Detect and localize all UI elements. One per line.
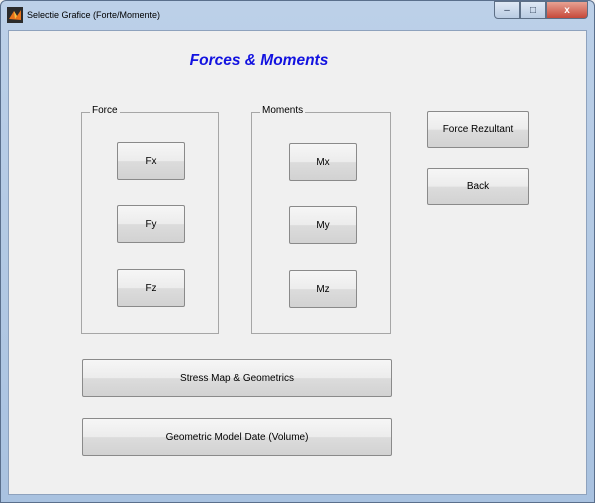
title-bar[interactable]: Selectie Grafice (Forte/Momente) – □ x xyxy=(1,1,594,30)
stress-map-button[interactable]: Stress Map & Geometrics xyxy=(82,359,392,397)
page-title: Forces & Moments xyxy=(189,52,329,69)
force-panel: Force Fx Fy Fz xyxy=(81,105,219,334)
window-title: Selectie Grafice (Forte/Momente) xyxy=(27,10,161,20)
minimize-button[interactable]: – xyxy=(494,1,520,19)
moments-panel: Moments Mx My Mz xyxy=(251,105,391,334)
maximize-button[interactable]: □ xyxy=(520,1,546,19)
app-window: Selectie Grafice (Forte/Momente) – □ x F… xyxy=(0,0,595,503)
matlab-icon xyxy=(7,7,23,23)
force-rezultant-button[interactable]: Force Rezultant xyxy=(427,111,529,148)
moments-panel-label: Moments xyxy=(260,105,306,116)
geometric-model-button[interactable]: Geometric Model Date (Volume) xyxy=(82,418,392,456)
force-panel-label: Force xyxy=(90,105,120,116)
my-button[interactable]: My xyxy=(289,206,357,244)
fz-button[interactable]: Fz xyxy=(117,269,185,307)
fx-button[interactable]: Fx xyxy=(117,142,185,180)
window-controls: – □ x xyxy=(494,1,588,19)
figure-area: Forces & Moments Force Fx Fy Fz Moments … xyxy=(8,30,587,495)
mx-button[interactable]: Mx xyxy=(289,143,357,181)
close-button[interactable]: x xyxy=(546,1,588,19)
back-button[interactable]: Back xyxy=(427,168,529,205)
mz-button[interactable]: Mz xyxy=(289,270,357,308)
fy-button[interactable]: Fy xyxy=(117,205,185,243)
